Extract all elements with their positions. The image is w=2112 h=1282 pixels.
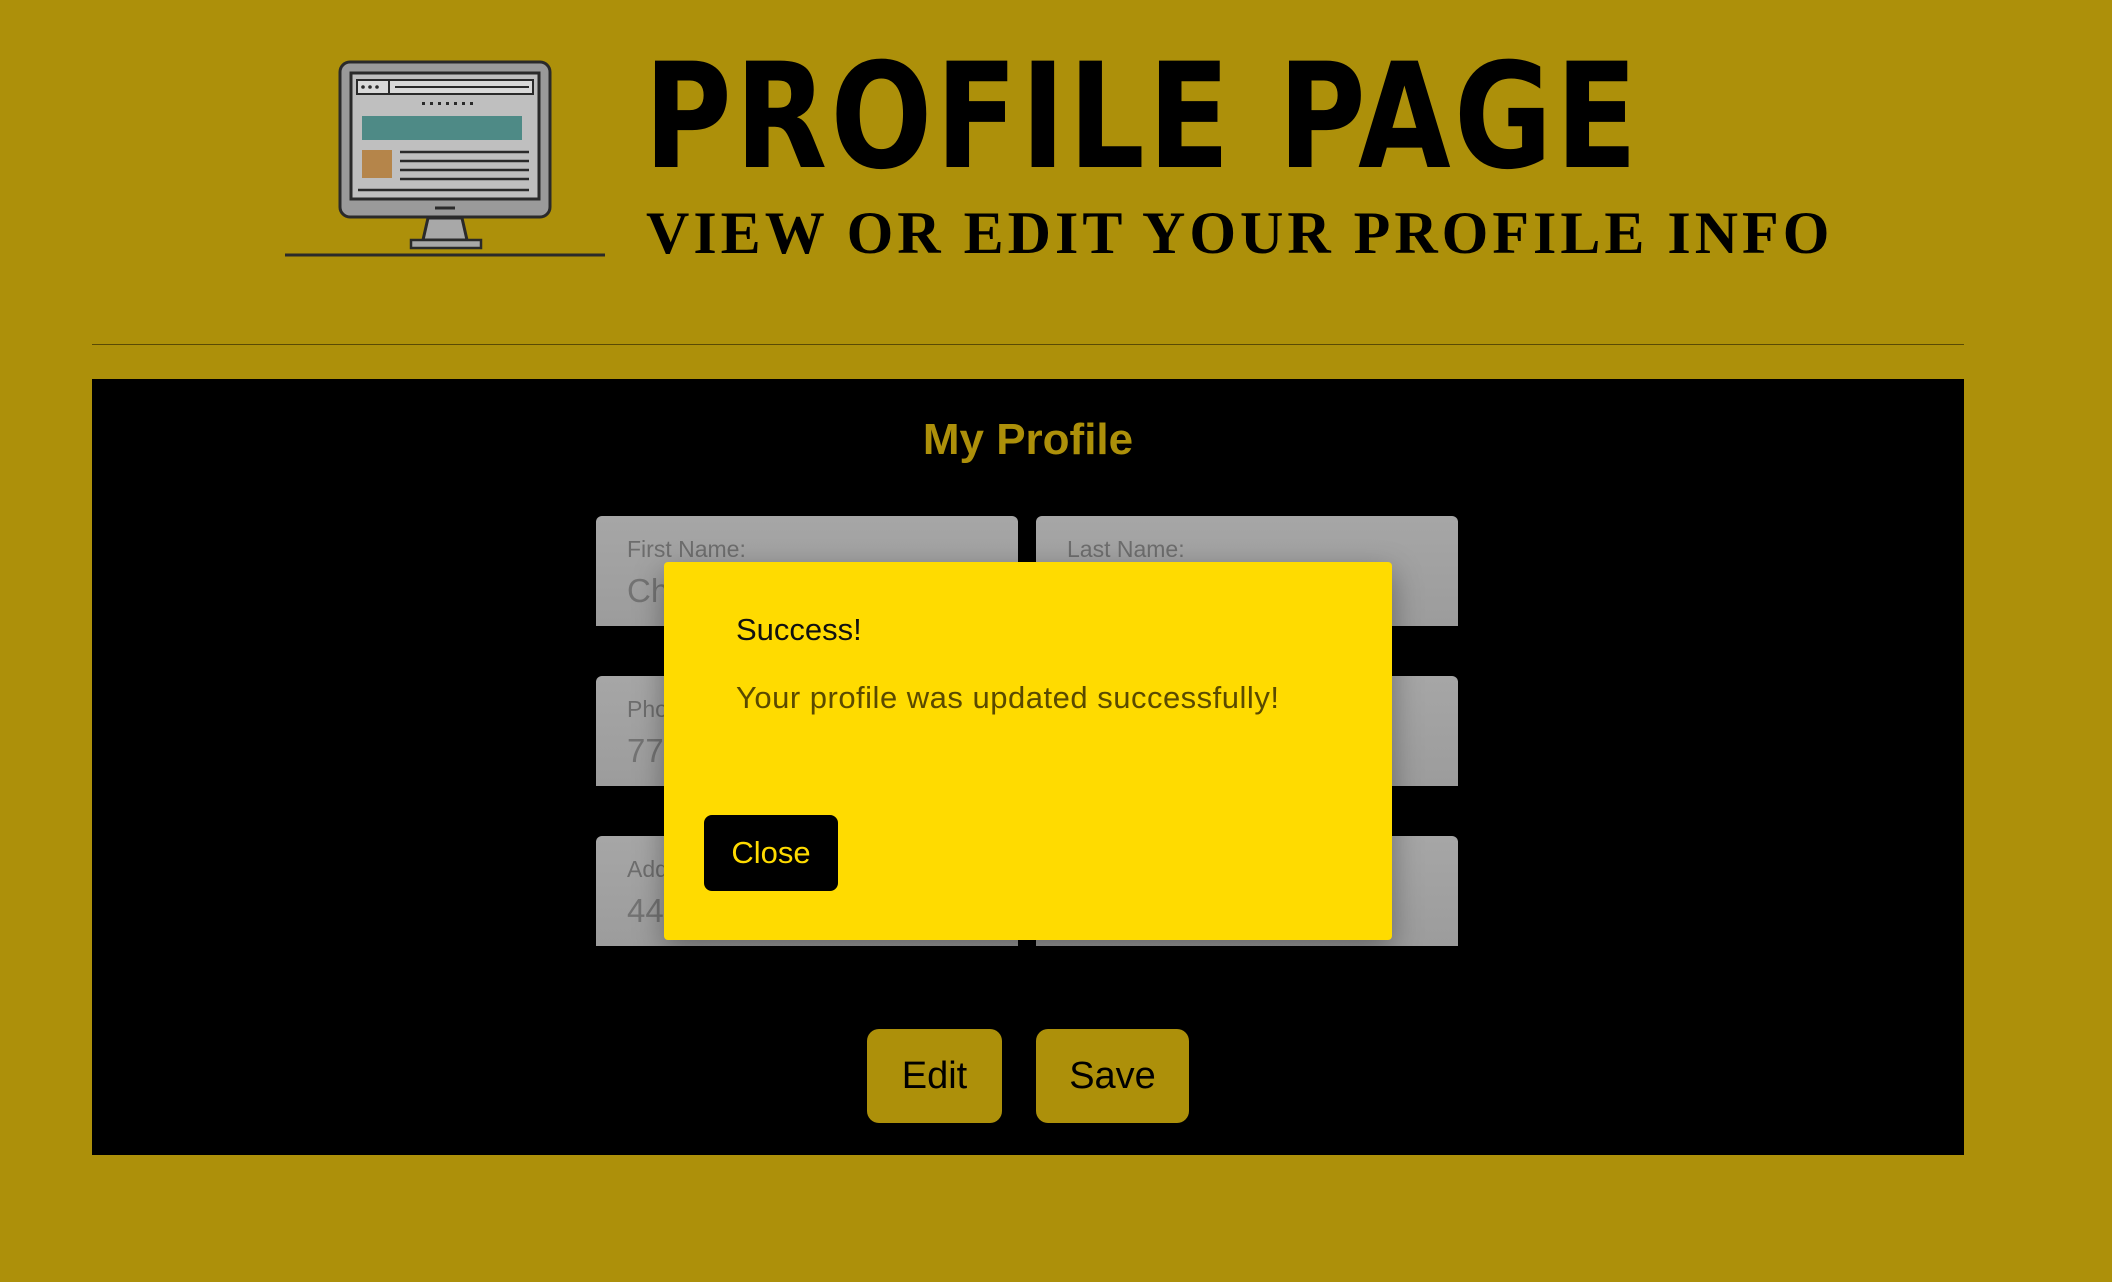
modal-overlay: Success! Your profile was updated succes… [0, 0, 2112, 1282]
success-dialog: Success! Your profile was updated succes… [664, 562, 1392, 940]
dialog-message: Your profile was updated successfully! [736, 680, 1280, 715]
close-button[interactable]: Close [704, 815, 838, 891]
dialog-title: Success! [736, 612, 862, 647]
